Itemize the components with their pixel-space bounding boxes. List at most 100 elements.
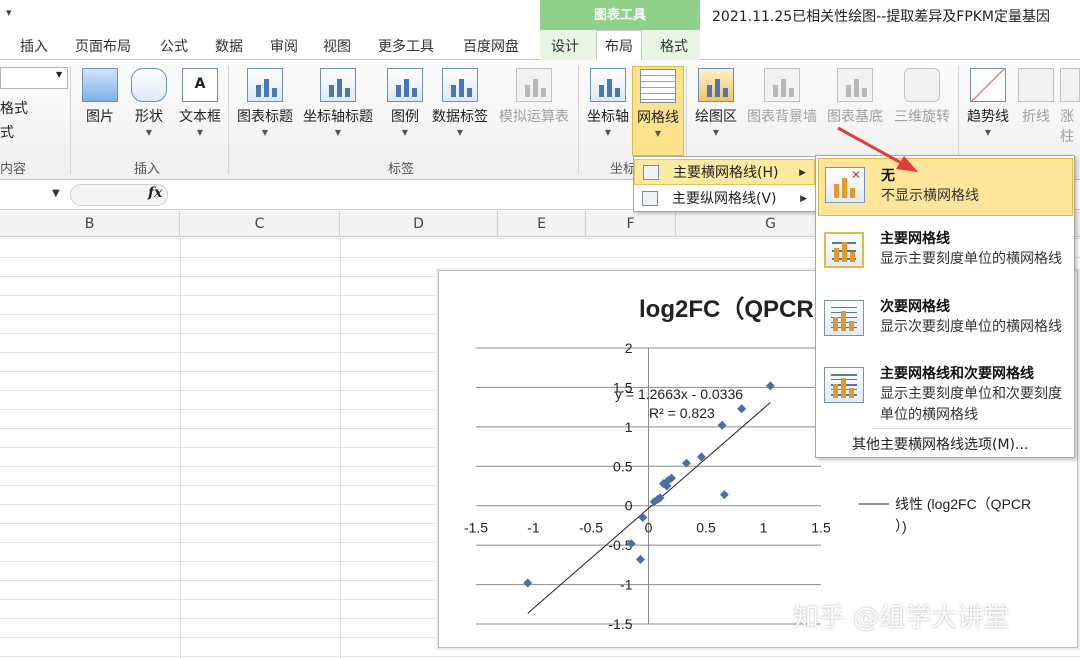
legend-button[interactable]: 图例 ▼ xyxy=(377,66,433,156)
legend-icon xyxy=(387,68,423,102)
option-none[interactable]: ✕ 无 不显示横网格线 xyxy=(818,158,1073,216)
column-header-f[interactable]: F xyxy=(586,211,676,237)
tab-page-layout[interactable]: 页面布局 xyxy=(75,36,131,56)
chart-title-icon xyxy=(247,68,283,102)
y-tick-label: -1.5 xyxy=(608,616,632,632)
chevron-right-icon: ▶ xyxy=(799,168,806,178)
textbox-icon: A xyxy=(182,68,218,102)
horizontal-gridlines-icon xyxy=(643,165,659,180)
y-tick-label: 0.5 xyxy=(613,458,633,474)
tab-layout[interactable]: 布局 xyxy=(596,30,642,61)
chevron-down-icon: ▼ xyxy=(456,128,464,137)
axes-icon xyxy=(590,68,626,102)
chevron-down-icon: ▼ xyxy=(261,128,269,137)
data-point xyxy=(737,404,747,414)
picture-icon xyxy=(82,68,118,102)
lines-button[interactable]: 折线 xyxy=(1014,66,1058,156)
data-point xyxy=(523,578,533,588)
3d-rotation-button[interactable]: 三维旋转 xyxy=(890,66,954,156)
trendline xyxy=(527,402,771,614)
reset-style-label[interactable]: 式 xyxy=(0,122,14,142)
horizontal-gridlines-options-menu: ✕ 无 不显示横网格线 主要网格线 显示主要刻度单位的横网格线 次要网格线 显示… xyxy=(815,155,1075,458)
plot-area-button[interactable]: 绘图区 ▼ xyxy=(688,66,744,156)
shapes-button[interactable]: 形状 ▼ xyxy=(121,66,177,156)
axis-titles-button[interactable]: 坐标轴标题 ▼ xyxy=(298,66,378,156)
x-tick-label: -1.5 xyxy=(464,520,488,536)
tab-data[interactable]: 数据 xyxy=(215,36,243,56)
data-table-button[interactable]: 模拟运算表 xyxy=(494,66,574,156)
insert-function-icon[interactable]: fx xyxy=(148,185,162,201)
gridlines-icon xyxy=(640,69,676,103)
y-tick-label: 0 xyxy=(625,498,633,514)
chart-title-button[interactable]: 图表标题 ▼ xyxy=(234,66,296,156)
tab-formulas[interactable]: 公式 xyxy=(160,36,188,56)
option-minor-gridlines[interactable]: 次要网格线 显示次要刻度单位的横网格线 xyxy=(818,292,1073,358)
ribbon-tab-bar: 插入 页面布局 公式 数据 审阅 视图 更多工具 百度网盘 设计 布局 格式 xyxy=(0,30,1080,61)
watermark: 知乎 @组学大讲堂 xyxy=(793,603,1010,633)
gridlines-button[interactable]: 网格线 ▼ xyxy=(632,66,684,156)
column-header-c[interactable]: C xyxy=(180,211,340,237)
picture-button[interactable]: 图片 xyxy=(72,66,128,156)
quick-access-dropdown[interactable]: ▾ xyxy=(6,6,12,19)
major-minor-gridlines-icon xyxy=(824,367,864,403)
chevron-down-icon: ▼ xyxy=(401,128,409,137)
column-header-b[interactable]: B xyxy=(0,211,180,237)
group-label-insert: 插入 xyxy=(134,162,161,177)
gridlines-menu: 主要横网格线(H) ▶ 主要纵网格线(V) ▶ xyxy=(633,156,816,212)
x-tick-label: -1 xyxy=(527,520,540,536)
tab-more-tools[interactable]: 更多工具 xyxy=(378,36,434,56)
major-gridlines-icon xyxy=(824,232,864,268)
chevron-down-icon[interactable]: ▼ xyxy=(56,70,62,79)
tab-review[interactable]: 审阅 xyxy=(270,36,298,56)
chart-wall-button[interactable]: 图表背景墙 xyxy=(742,66,822,156)
up-down-bars-button[interactable]: 涨 柱 xyxy=(1060,66,1080,156)
chart-wall-icon xyxy=(764,68,800,102)
chart-floor-button[interactable]: 图表基底 xyxy=(822,66,888,156)
axes-button[interactable]: 坐标轴 ▼ xyxy=(580,66,636,156)
tab-insert[interactable]: 插入 xyxy=(20,36,48,56)
title-bar: ▾ 图表工具 2021.11.25已相关性绘图--提取差异及FPKM定量基因 xyxy=(0,0,1080,30)
data-point xyxy=(719,490,729,500)
data-point xyxy=(765,381,775,391)
menu-item-primary-horizontal-gridlines[interactable]: 主要横网格线(H) ▶ xyxy=(634,159,815,185)
trendline-icon xyxy=(970,68,1006,102)
vertical-gridlines-icon xyxy=(642,191,658,206)
x-tick-label: 1 xyxy=(760,520,768,536)
y-tick-label: -1 xyxy=(620,577,633,593)
textbox-button[interactable]: A 文本框 ▼ xyxy=(172,66,228,156)
group-label-current: 内容 xyxy=(0,162,27,177)
data-labels-icon xyxy=(442,68,478,102)
column-header-e[interactable]: E xyxy=(498,211,586,237)
tab-format[interactable]: 格式 xyxy=(660,36,688,56)
chevron-down-icon: ▼ xyxy=(712,128,720,137)
group-label-labels: 标签 xyxy=(388,162,415,177)
column-header-d[interactable]: D xyxy=(340,211,498,237)
lines-icon xyxy=(1018,68,1054,102)
menu-item-primary-vertical-gridlines[interactable]: 主要纵网格线(V) ▶ xyxy=(634,186,815,212)
option-major-and-minor-gridlines[interactable]: 主要网格线和次要网格线 显示主要刻度单位和次要刻度单位的横网格线 xyxy=(818,359,1073,425)
chevron-down-icon: ▼ xyxy=(145,128,153,137)
name-box-dropdown-icon[interactable]: ▼ xyxy=(52,188,60,199)
chart-title: log2FC（QPCR xyxy=(639,296,814,323)
chart-floor-icon xyxy=(837,68,873,102)
tab-view[interactable]: 视图 xyxy=(323,36,351,56)
data-labels-button[interactable]: 数据标签 ▼ xyxy=(428,66,492,156)
document-title: 2021.11.25已相关性绘图--提取差异及FPKM定量基因 xyxy=(712,9,1051,25)
more-horizontal-gridline-options[interactable]: 其他主要横网格线选项(M)... xyxy=(852,434,1028,454)
chevron-down-icon: ▼ xyxy=(196,128,204,137)
chevron-down-icon: ▼ xyxy=(984,128,992,137)
tab-baidu-netdisk[interactable]: 百度网盘 xyxy=(463,36,519,56)
x-tick-label: 1.5 xyxy=(811,520,831,536)
legend-label: ）) xyxy=(895,518,907,534)
chevron-down-icon: ▼ xyxy=(604,128,612,137)
plot-area-icon xyxy=(698,68,734,102)
trendline-button[interactable]: 趋势线 ▼ xyxy=(960,66,1016,156)
format-selection-label[interactable]: 格式 xyxy=(0,98,28,118)
y-tick-label: 1 xyxy=(625,419,633,435)
r-squared-label: R² = 0.823 xyxy=(649,405,715,421)
tab-design[interactable]: 设计 xyxy=(551,36,579,56)
data-point xyxy=(635,554,645,564)
minor-gridlines-icon xyxy=(824,300,864,336)
x-tick-label: 0 xyxy=(645,520,653,536)
option-major-gridlines[interactable]: 主要网格线 显示主要刻度单位的横网格线 xyxy=(818,224,1073,290)
